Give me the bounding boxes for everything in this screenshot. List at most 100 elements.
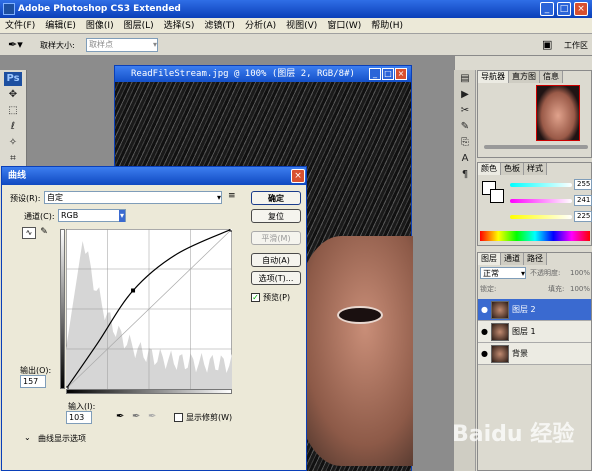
workspace-icon[interactable]: ▣ [542, 38, 552, 51]
doc-close-button[interactable]: × [395, 68, 407, 80]
document-title-bar: ReadFileStream.jpg @ 100% (图层 2, RGB/8#) [115, 66, 411, 82]
input-field[interactable]: 103 [66, 411, 92, 424]
preset-label: 预设(R): [10, 194, 41, 203]
red-value[interactable]: 255 [574, 179, 592, 190]
output-field[interactable]: 157 [20, 375, 46, 388]
menu-help[interactable]: 帮助(H) [366, 18, 408, 34]
navigator-thumbnail[interactable] [536, 85, 580, 141]
red-slider[interactable] [510, 183, 572, 187]
layer-name: 图层 1 [511, 327, 536, 336]
opacity-value[interactable]: 100% [570, 268, 590, 279]
blend-mode-select[interactable]: 正常 ▾ [480, 267, 526, 279]
eye-icon[interactable]: ● [478, 327, 488, 336]
eyedropper-icon[interactable]: ✒▾ [8, 38, 23, 51]
curve-endpoint-white [229, 229, 232, 232]
menu-analysis[interactable]: 分析(A) [240, 18, 281, 34]
white-point-eyedropper-icon[interactable]: ✒ [148, 411, 156, 422]
portrait-face [293, 236, 413, 466]
tab-styles[interactable]: 样式 [524, 163, 547, 175]
menu-file[interactable]: 文件(F) [0, 18, 40, 34]
tab-histogram[interactable]: 直方图 [509, 71, 540, 83]
tab-navigator[interactable]: 导航器 [478, 71, 509, 83]
green-value[interactable]: 241 [574, 195, 592, 206]
portrait-eye [337, 306, 383, 324]
magic-wand-tool-icon[interactable]: ✧ [4, 136, 22, 150]
fill-value[interactable]: 100% [570, 284, 590, 295]
tab-channels[interactable]: 通道 [501, 253, 524, 265]
menu-filter[interactable]: 滤镜(T) [199, 18, 240, 34]
ok-button[interactable]: 确定 [251, 191, 301, 205]
navigator-panel: 导航器 直方图 信息 [477, 70, 592, 158]
eye-icon[interactable]: ● [478, 349, 488, 358]
ps-badge-icon: Ps [4, 72, 22, 86]
app-title: Adobe Photoshop CS3 Extended [18, 4, 181, 14]
options-button[interactable]: 选项(T)... [251, 271, 301, 285]
menu-view[interactable]: 视图(V) [281, 18, 322, 34]
history-panel-icon[interactable]: ▤ [456, 72, 474, 86]
actions-panel-icon[interactable]: ▶ [456, 88, 474, 102]
curve-point-tool-icon[interactable]: ∿ [22, 227, 36, 239]
gray-point-eyedropper-icon[interactable]: ✒ [132, 411, 140, 422]
sample-size-label: 取样大小: [40, 41, 75, 50]
doc-minimize-button[interactable]: _ [369, 68, 381, 80]
preset-select[interactable]: 自定 ▾ [44, 191, 222, 204]
smooth-button[interactable]: 平滑(M) [251, 231, 301, 245]
menu-layer[interactable]: 图层(L) [119, 18, 159, 34]
tab-swatches[interactable]: 色板 [501, 163, 524, 175]
eye-icon[interactable]: ● [478, 305, 488, 314]
fill-label: 填充: [548, 285, 565, 293]
reset-button[interactable]: 复位 [251, 209, 301, 223]
expand-chevron-icon[interactable]: ⌄ [24, 433, 31, 442]
options-bar: ✒▾ 取样大小: 取样点 ▾ ▣ 工作区 [0, 34, 592, 56]
workspace-label[interactable]: 工作区 [564, 40, 588, 51]
tab-layers[interactable]: 图层 [478, 253, 501, 265]
maximize-button[interactable]: □ [557, 2, 571, 16]
marquee-tool-icon[interactable]: ⬚ [4, 104, 22, 118]
tools-preset-icon[interactable]: ✂ [456, 104, 474, 118]
layer-row[interactable]: ● 背景 [478, 343, 591, 365]
menu-edit[interactable]: 编辑(E) [40, 18, 81, 34]
preview-checkbox[interactable]: ✓ [251, 293, 260, 302]
close-button[interactable]: × [574, 2, 588, 16]
document-title: ReadFileStream.jpg @ 100% (图层 2, RGB/8#) [131, 69, 355, 79]
blue-value[interactable]: 225 [574, 211, 592, 222]
doc-maximize-button[interactable]: □ [382, 68, 394, 80]
curves-dialog: 曲线 × 预设(R): 自定 ▾ ≡ 通道(C): RGB ▾ ∿ ✎ 输出(O):… [1, 166, 307, 471]
tab-color[interactable]: 颜色 [478, 163, 501, 175]
channel-select[interactable]: RGB ▾ [58, 209, 126, 222]
green-slider[interactable] [510, 199, 572, 203]
zoom-slider[interactable] [484, 145, 588, 149]
lasso-tool-icon[interactable]: ℓ [4, 120, 22, 134]
menu-bar: 文件(F) 编辑(E) 图像(I) 图层(L) 选择(S) 滤镜(T) 分析(A) 视图(V)… [0, 18, 592, 34]
tab-info[interactable]: 信息 [540, 71, 563, 83]
preview-label: 预览(P) [263, 293, 291, 302]
character-panel-icon[interactable]: A [456, 152, 474, 166]
show-clipping-checkbox[interactable] [174, 413, 183, 422]
paragraph-panel-icon[interactable]: ¶ [456, 168, 474, 182]
color-tabs: 颜色 色板 样式 [478, 163, 591, 175]
brushes-panel-icon[interactable]: ✎ [456, 120, 474, 134]
menu-image[interactable]: 图像(I) [81, 18, 119, 34]
layer-row[interactable]: ● 图层 1 [478, 321, 591, 343]
auto-button[interactable]: 自动(A) [251, 253, 301, 267]
curves-close-button[interactable]: × [291, 169, 305, 183]
minimize-button[interactable]: _ [540, 2, 554, 16]
watermark-logo: Baidu 经验 [452, 422, 575, 447]
color-spectrum-bar[interactable] [480, 231, 590, 241]
menu-select[interactable]: 选择(S) [159, 18, 200, 34]
layer-row[interactable]: ● 图层 2 [478, 299, 591, 321]
sample-size-select[interactable]: 取样点 ▾ [86, 38, 158, 52]
clone-source-icon[interactable]: ⎘ [456, 136, 474, 150]
move-tool-icon[interactable]: ✥ [4, 88, 22, 102]
black-point-eyedropper-icon[interactable]: ✒ [116, 411, 124, 422]
crop-tool-icon[interactable]: ⌗ [4, 152, 22, 166]
tab-paths[interactable]: 路径 [524, 253, 547, 265]
blue-slider[interactable] [510, 215, 572, 219]
preset-options-icon[interactable]: ≡ [228, 191, 236, 201]
show-clipping-label: 显示修剪(W) [186, 413, 233, 422]
curves-graph[interactable] [66, 229, 232, 389]
display-options-label[interactable]: 曲线显示选项 [38, 433, 86, 444]
pencil-tool-icon[interactable]: ✎ [38, 227, 50, 239]
menu-window[interactable]: 窗口(W) [322, 18, 366, 34]
background-color-swatch[interactable] [490, 189, 504, 203]
